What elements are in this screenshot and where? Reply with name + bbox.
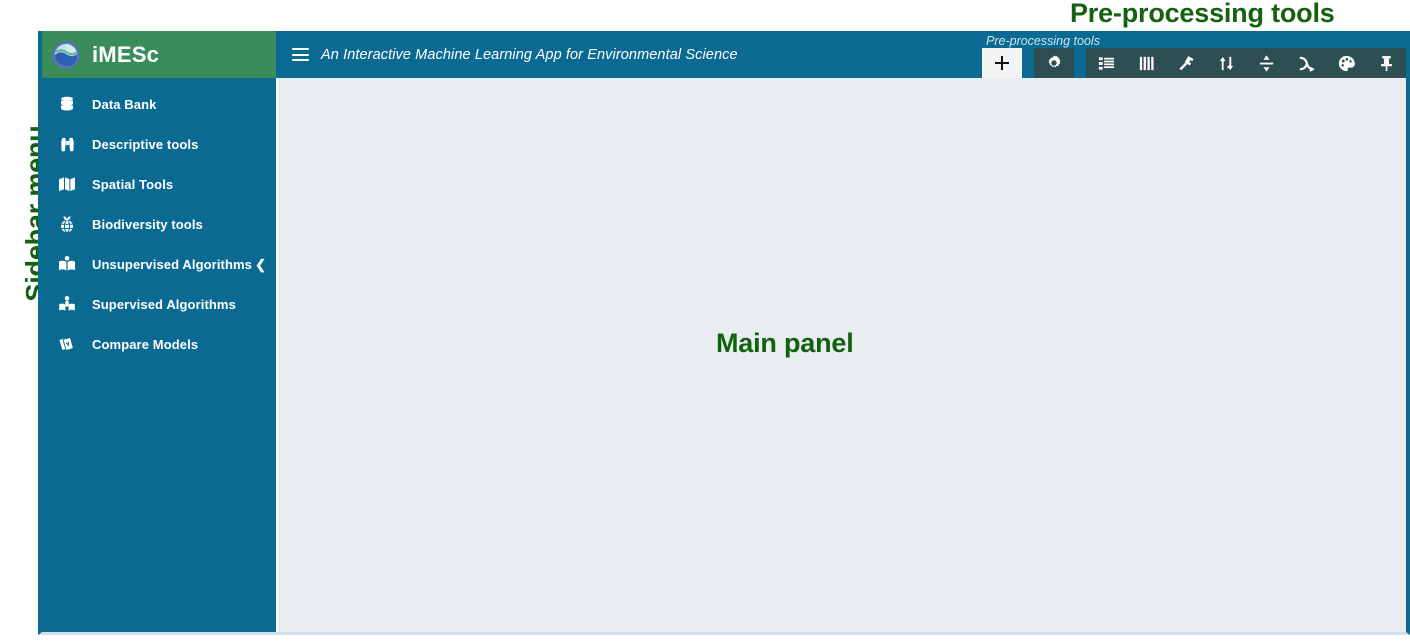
- gear-icon: [1048, 55, 1061, 68]
- transform-button[interactable]: [1166, 48, 1206, 78]
- hammer-icon: [1178, 55, 1194, 70]
- sidebar-item-unsupervised-algorithms[interactable]: Unsupervised Algorithms ❮: [42, 244, 276, 284]
- database-icon: [56, 96, 78, 112]
- divide-icon: [1259, 54, 1273, 72]
- toolbar-button-group: [1086, 48, 1406, 78]
- top-bar: iMESc An Interactive Machine Learning Ap…: [42, 31, 1406, 78]
- sidebar-item-label: Biodiversity tools: [92, 216, 203, 232]
- plus-icon: [995, 56, 1009, 70]
- sidebar-item-label: Data Bank: [92, 96, 157, 112]
- sidebar-item-descriptive-tools[interactable]: Descriptive tools: [42, 124, 276, 164]
- toolbar-gap-2: [1074, 48, 1086, 78]
- brand-title: iMESc: [92, 41, 160, 67]
- biodiversity-icon: [56, 215, 78, 233]
- annotation-main-panel: Main panel: [716, 328, 854, 358]
- sidebar-item-spatial-tools[interactable]: Spatial Tools: [42, 164, 276, 204]
- sidebar-item-supervised-algorithms[interactable]: Supervised Algorithms: [42, 284, 276, 324]
- columns-button[interactable]: [1126, 48, 1166, 78]
- pin-button[interactable]: [1366, 48, 1406, 78]
- cards-icon: [56, 335, 78, 353]
- list-icon: [1098, 56, 1114, 70]
- swap-arrows-icon: [1219, 56, 1233, 70]
- hamburger-icon[interactable]: [292, 48, 309, 61]
- sidebar-item-label: Spatial Tools: [92, 176, 174, 192]
- preprocessing-toolbar: Pre-processing tools: [982, 31, 1406, 78]
- merge-button[interactable]: [1286, 48, 1326, 78]
- book-open-icon: [56, 255, 78, 273]
- sidebar-menu: Data Bank Descriptive tools Spatial Tool…: [42, 78, 276, 632]
- sidebar-item-biodiversity-tools[interactable]: Biodiversity tools: [42, 204, 276, 244]
- add-button[interactable]: [982, 48, 1022, 78]
- sidebar-item-label: Supervised Algorithms: [92, 296, 236, 312]
- split-button[interactable]: [1246, 48, 1286, 78]
- merge-arrow-icon: [1299, 56, 1315, 72]
- screenshot-root: Pre-processing tools Sidebar menu iMESc: [0, 0, 1410, 641]
- globe-logo-icon: [52, 41, 80, 69]
- toolbar-label: Pre-processing tools: [986, 34, 1100, 48]
- sidebar-item-data-bank[interactable]: Data Bank: [42, 84, 276, 124]
- columns-icon: [1139, 56, 1154, 70]
- shuffle-button[interactable]: [1206, 48, 1246, 78]
- sidebar-item-compare-models[interactable]: Compare Models: [42, 324, 276, 364]
- datalist-button[interactable]: [1086, 48, 1126, 78]
- map-icon: [56, 176, 78, 192]
- chevron-left-icon[interactable]: ❮: [255, 258, 266, 271]
- brand-area: iMESc: [42, 31, 276, 78]
- sidebar-item-label: Compare Models: [92, 336, 199, 352]
- toolbar-gap-1: [1022, 48, 1034, 78]
- sidebar-item-label: Descriptive tools: [92, 136, 199, 152]
- palette-icon: [1338, 55, 1355, 71]
- pushpin-icon: [1380, 55, 1392, 71]
- annotation-preprocessing-tools: Pre-processing tools: [1070, 0, 1335, 28]
- binoculars-icon: [56, 136, 78, 153]
- sidebar-item-label: Unsupervised Algorithms: [92, 256, 253, 272]
- app-subtitle: An Interactive Machine Learning App for …: [321, 46, 738, 63]
- person-book-icon: [56, 295, 78, 313]
- settings-button[interactable]: [1034, 48, 1074, 78]
- palette-button[interactable]: [1326, 48, 1366, 78]
